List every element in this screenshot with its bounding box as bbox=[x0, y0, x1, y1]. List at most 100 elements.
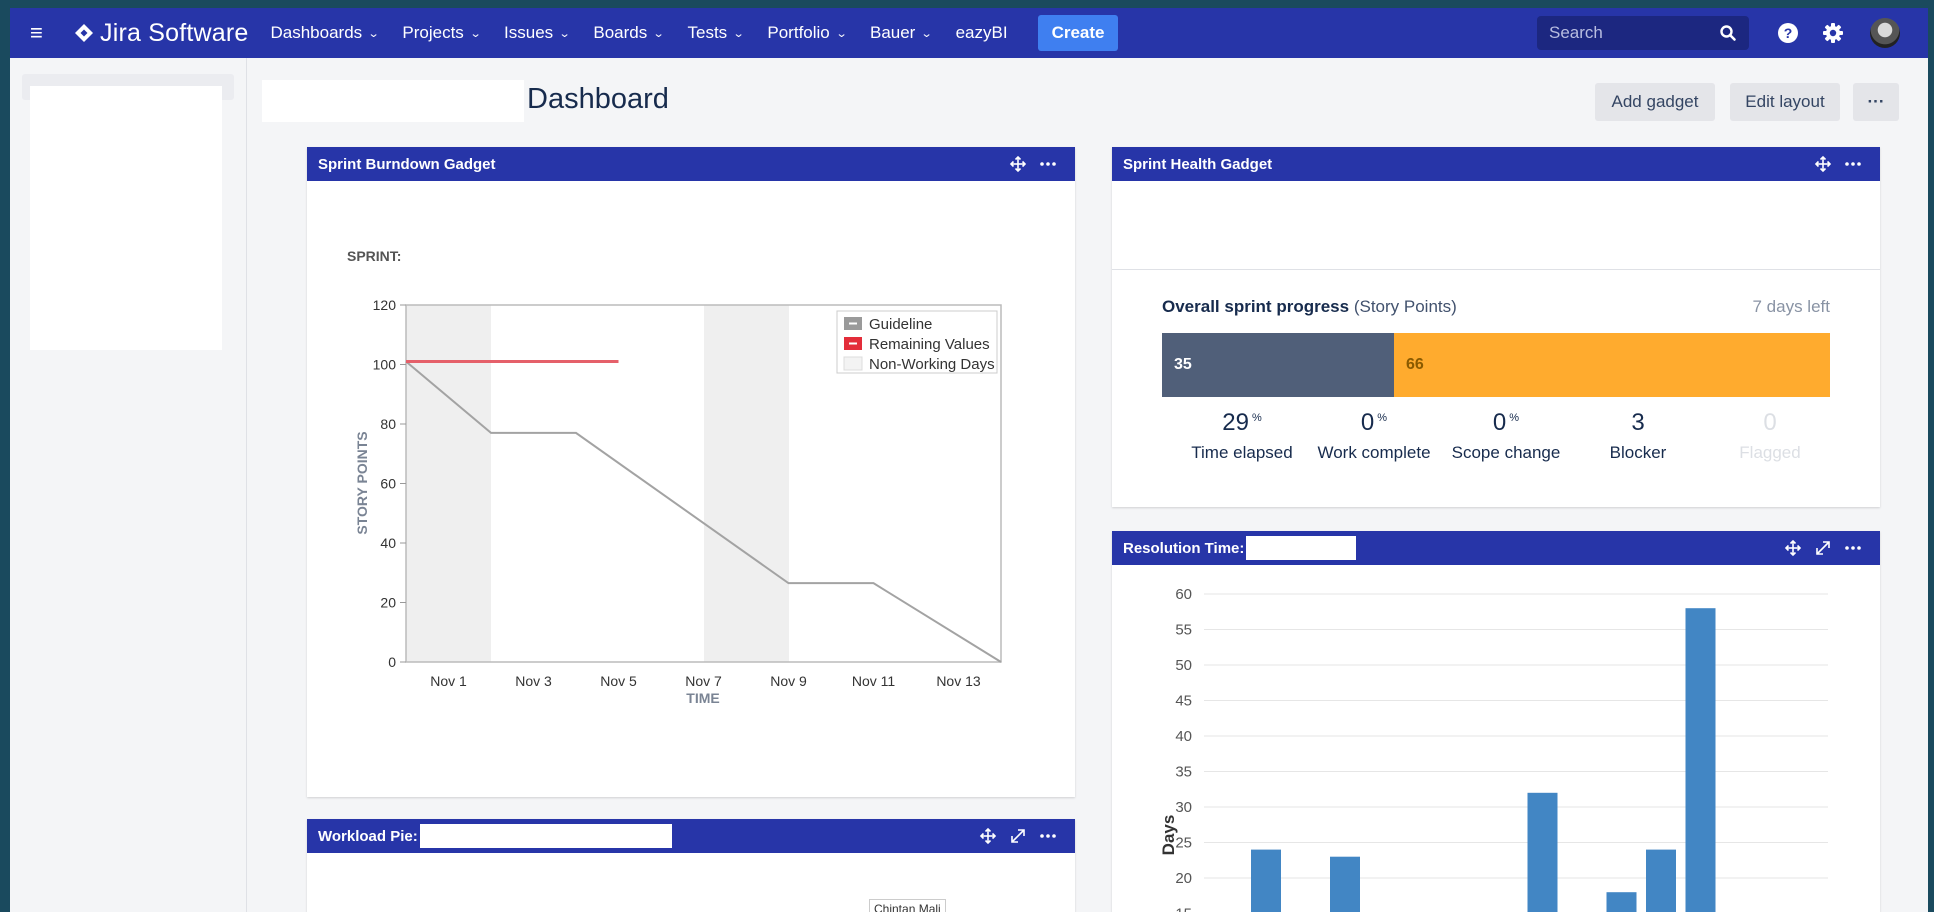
nav-issues[interactable]: Issues ⌄ bbox=[504, 23, 571, 43]
legend-swatch-non-working bbox=[843, 356, 863, 371]
x-tick-label: Nov 11 bbox=[852, 673, 896, 689]
x-tick-label: Nov 13 bbox=[936, 673, 981, 689]
nav-label: Bauer bbox=[869, 23, 916, 42]
sprint-burndown-gadget: Sprint Burndown Gadget SPRINT: 0 20 40 60 80… bbox=[307, 147, 1075, 797]
chevron-down-icon: ⌄ bbox=[920, 27, 933, 40]
guideline-series bbox=[405, 360, 1002, 663]
stat-unit: % bbox=[1509, 412, 1520, 424]
create-button[interactable]: Create bbox=[1037, 15, 1119, 51]
help-icon[interactable]: ? bbox=[1777, 22, 1799, 44]
nav-label: Boards bbox=[593, 23, 648, 42]
more-actions-button[interactable]: ··· bbox=[1853, 83, 1899, 121]
stat-flagged: 0 Flagged bbox=[1700, 409, 1840, 463]
y-tick-label: 20 bbox=[380, 595, 396, 611]
move-icon[interactable] bbox=[1814, 155, 1832, 173]
progress-heading: Overall sprint progress (Story Points) bbox=[1162, 297, 1457, 317]
nav-dashboards[interactable]: Dashboards ⌄ bbox=[270, 23, 380, 43]
search-input[interactable]: Search bbox=[1537, 16, 1749, 50]
resolution-bar bbox=[1606, 892, 1637, 912]
gear-icon[interactable] bbox=[1822, 22, 1844, 44]
nav-boards[interactable]: Boards ⌄ bbox=[593, 23, 665, 43]
gadget-header: Workload Pie: bbox=[307, 819, 1075, 853]
non-working-band bbox=[704, 305, 789, 662]
y-tick-label: 40 bbox=[1175, 728, 1192, 745]
nav-eazybi[interactable]: eazyBI bbox=[956, 23, 1008, 43]
sidebar-panel bbox=[30, 86, 222, 350]
stat-unit: % bbox=[1377, 412, 1388, 424]
app-window: ≡ Jira Software Dashboards ⌄ Projects ⌄ Is… bbox=[10, 8, 1928, 912]
stat-label: Flagged bbox=[1739, 443, 1801, 462]
nav-label: eazyBI bbox=[955, 23, 1008, 42]
sprint-progress-bar: 35 66 bbox=[1162, 333, 1830, 397]
chevron-down-icon: ⌄ bbox=[652, 27, 665, 40]
resolution-bar bbox=[1685, 608, 1716, 912]
gadget-header: Sprint Burndown Gadget bbox=[307, 147, 1075, 181]
more-icon[interactable] bbox=[1844, 155, 1862, 173]
svg-text:?: ? bbox=[1784, 25, 1793, 41]
more-icon[interactable] bbox=[1039, 155, 1057, 173]
move-icon[interactable] bbox=[1009, 155, 1027, 173]
add-gadget-button[interactable]: Add gadget bbox=[1595, 83, 1715, 121]
nav-projects[interactable]: Projects ⌄ bbox=[402, 23, 482, 43]
nav-bauer[interactable]: Bauer ⌄ bbox=[869, 23, 933, 43]
stat-value: 29 bbox=[1222, 409, 1249, 436]
y-tick-label: 60 bbox=[1175, 586, 1192, 603]
resolution-bar bbox=[1251, 849, 1281, 912]
sprint-label: SPRINT: bbox=[347, 248, 401, 264]
stat-label: Time elapsed bbox=[1191, 443, 1293, 462]
stat-unit: % bbox=[1251, 412, 1262, 424]
y-axis-label: Days bbox=[1159, 815, 1178, 856]
search-icon bbox=[1720, 25, 1736, 41]
x-tick-label: Nov 1 bbox=[430, 673, 467, 689]
nav-label: Dashboards bbox=[270, 23, 363, 42]
gadget-title: Sprint Burndown Gadget bbox=[318, 155, 496, 173]
legend-guideline: Guideline bbox=[869, 316, 932, 333]
gadget-header: Resolution Time: bbox=[1112, 531, 1880, 565]
stat-value: 0 bbox=[1763, 409, 1777, 436]
move-icon[interactable] bbox=[979, 827, 997, 845]
top-navigation: ≡ Jira Software Dashboards ⌄ Projects ⌄ Is… bbox=[10, 8, 1928, 58]
gadget-title: Sprint Health Gadget bbox=[1123, 155, 1273, 173]
nav-tests[interactable]: Tests ⌄ bbox=[687, 23, 744, 43]
move-icon[interactable] bbox=[1784, 539, 1802, 557]
x-tick-label: Nov 9 bbox=[770, 673, 807, 689]
stat-blocker: 3 Blocker bbox=[1568, 409, 1708, 463]
y-tick-label: 50 bbox=[1175, 657, 1192, 674]
nav-label: Projects bbox=[402, 23, 464, 42]
stat-work-complete: 0% Work complete bbox=[1304, 409, 1444, 463]
expand-icon[interactable] bbox=[1009, 827, 1027, 845]
menu-icon[interactable]: ≡ bbox=[30, 20, 66, 46]
stat-time-elapsed: 29% Time elapsed bbox=[1172, 409, 1312, 463]
redacted-title-area bbox=[262, 80, 524, 122]
nav-portfolio[interactable]: Portfolio ⌄ bbox=[767, 23, 848, 43]
gadget-title: Workload Pie: bbox=[318, 827, 418, 845]
resolution-bar bbox=[1527, 792, 1558, 912]
stat-label: Work complete bbox=[1317, 443, 1431, 462]
y-axis-label: STORY POINTS bbox=[354, 431, 370, 534]
redacted-filter-name bbox=[1246, 536, 1357, 560]
x-tick-label: Nov 5 bbox=[600, 673, 637, 689]
user-avatar[interactable] bbox=[1870, 18, 1900, 48]
jira-logo[interactable]: Jira Software bbox=[74, 19, 249, 48]
y-tick-label: 100 bbox=[373, 357, 397, 373]
y-tick-label: 60 bbox=[380, 476, 396, 492]
y-tick-label: 20 bbox=[1175, 870, 1192, 887]
progress-label: Overall sprint progress bbox=[1162, 297, 1350, 316]
y-tick-label: 40 bbox=[380, 535, 396, 551]
progress-done-segment: 35 bbox=[1162, 333, 1394, 397]
chevron-down-icon: ⌄ bbox=[469, 27, 482, 40]
stat-label: Scope change bbox=[1451, 443, 1561, 462]
more-icon[interactable] bbox=[1844, 539, 1862, 557]
chevron-down-icon: ⌄ bbox=[835, 27, 848, 40]
page-title: Dashboard bbox=[527, 83, 669, 115]
chart-legend: Guideline Remaining Values Non-Working D… bbox=[836, 310, 998, 374]
more-icon[interactable] bbox=[1039, 827, 1057, 845]
legend-non-working-days: Non-Working Days bbox=[869, 356, 995, 373]
y-tick-label: 45 bbox=[1175, 693, 1192, 710]
edit-layout-button[interactable]: Edit layout bbox=[1730, 83, 1840, 121]
y-tick-label: 120 bbox=[373, 297, 397, 313]
expand-icon[interactable] bbox=[1814, 539, 1832, 557]
gadget-header: Sprint Health Gadget bbox=[1112, 147, 1880, 181]
burndown-chart: SPRINT: 0 20 40 60 80 100 120 Nov 1 Nov 3 Nov 5 N… bbox=[347, 248, 1002, 706]
sprint-health-gadget: Sprint Health Gadget Overall sprint prog… bbox=[1112, 147, 1880, 507]
